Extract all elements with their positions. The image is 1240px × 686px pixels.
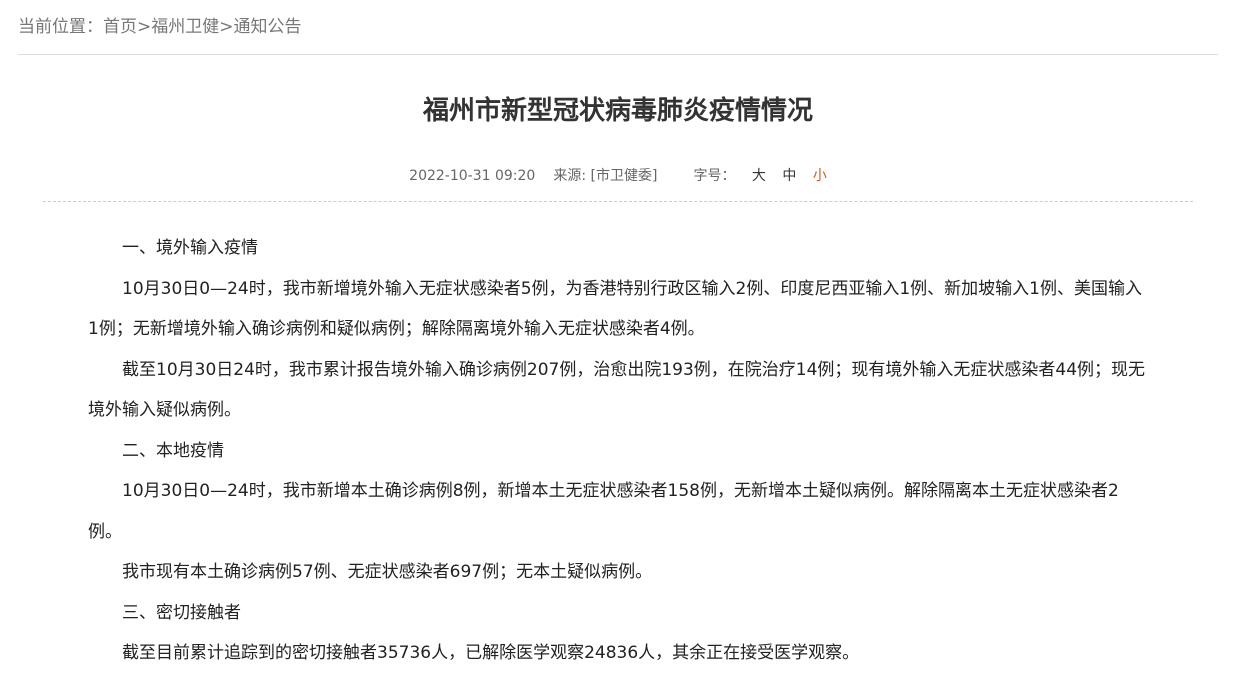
article-source-label: 来源: (553, 168, 587, 184)
font-size-medium-button[interactable]: 中 (782, 165, 796, 185)
paragraph: 10月30日0—24时，我市新增本土确诊病例8例，新增本土无症状感染者158例，… (88, 481, 1119, 542)
article-date: 2022-10-31 09:20 (409, 168, 536, 184)
breadcrumb: 当前位置：首页>福州卫健>通知公告 (18, 12, 302, 37)
breadcrumb-separator: > (219, 17, 234, 37)
article-title: 福州市新型冠状病毒肺炎疫情情况 (422, 96, 813, 126)
meta-divider (43, 201, 1193, 202)
section-heading: 一、境外输入疫情 (122, 238, 258, 258)
paragraph: 截至10月30日24时，我市累计报告境外输入确诊病例207例，治愈出院193例，… (88, 359, 1146, 421)
breadcrumb-link-notices[interactable]: 通知公告 (234, 17, 302, 37)
paragraph: 截至目前累计追踪到的密切接触者35736人，已解除医学观察24836人，其余正在… (122, 643, 860, 663)
font-size-label: 字号： (693, 168, 736, 184)
paragraph: 10月30日0—24时，我市新增境外输入无症状感染者5例，为香港特别行政区输入2… (88, 278, 1142, 340)
section-heading: 二、本地疫情 (122, 440, 224, 461)
font-size-large-button[interactable]: 大 (752, 165, 766, 185)
article-meta: 2022-10-31 09:20 来源: [市卫健委] 字号： 大 中 小 (0, 165, 1236, 185)
section-heading: 三、密切接触者 (122, 602, 241, 623)
article-source: [市卫健委] (590, 168, 658, 184)
breadcrumb-link-fuzhou-health[interactable]: 福州卫健 (151, 17, 219, 37)
breadcrumb-divider (18, 54, 1218, 55)
breadcrumb-prefix: 当前位置： (18, 17, 103, 37)
page: 当前位置：首页>福州卫健>通知公告 福州市新型冠状病毒肺炎疫情情况 2022-1… (0, 0, 1240, 686)
breadcrumb-link-home[interactable]: 首页 (103, 17, 137, 37)
breadcrumb-separator: > (137, 17, 152, 37)
paragraph: 我市现有本土确诊病例57例、无症状感染者697例；无本土疑似病例。 (122, 562, 653, 582)
article-body: 一、境外输入疫情 10月30日0—24时，我市新增境外输入无症状感染者5例，为香… (88, 228, 1152, 674)
font-size-small-button[interactable]: 小 (813, 165, 827, 185)
